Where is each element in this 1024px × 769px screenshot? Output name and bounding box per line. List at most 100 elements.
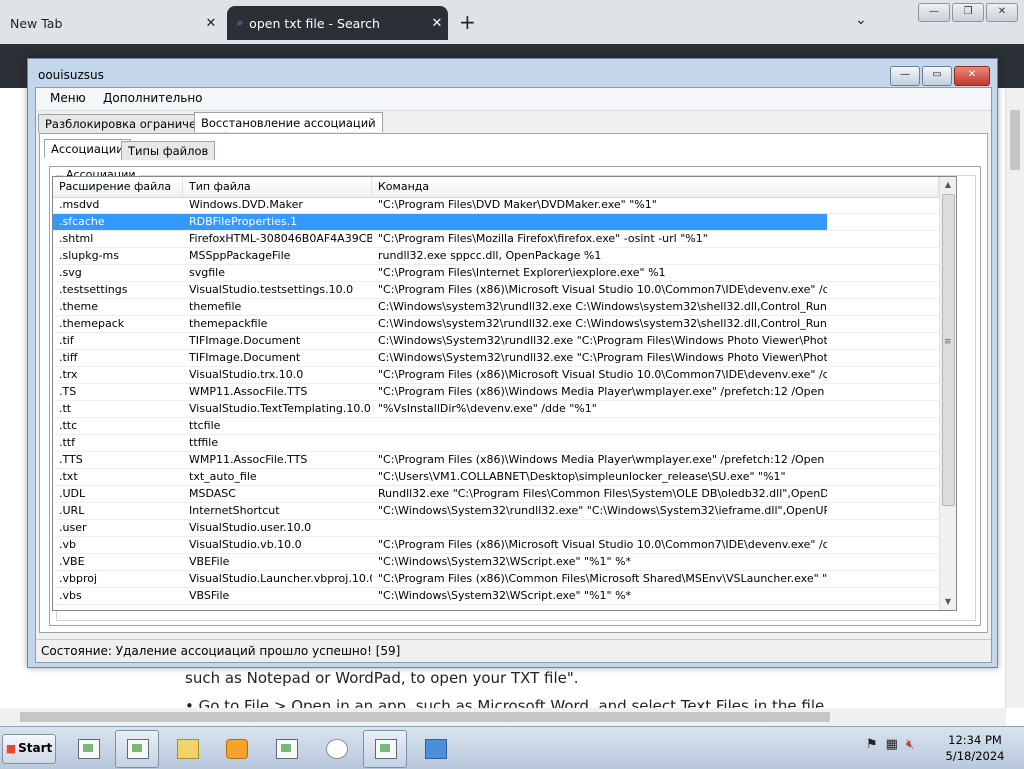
cell-file-type: VBEFile xyxy=(189,555,230,568)
menu-item-extra[interactable]: Дополнительно xyxy=(103,91,203,105)
cell-extension: .VBE xyxy=(59,555,85,568)
cell-file-type: VisualStudio.Launcher.vbproj.10.0 xyxy=(189,572,372,585)
cell-command: "C:\Windows\System32\WScript.exe" "%1" %… xyxy=(378,589,632,602)
chevron-down-icon[interactable]: ⌄ xyxy=(855,12,867,28)
cell-file-type: ttffile xyxy=(189,436,219,449)
table-row[interactable]: .shtml FirefoxHTML-308046B0AF4A39CB "C:\Pr… xyxy=(53,231,939,248)
tab-file-types[interactable]: Типы файлов xyxy=(121,141,216,160)
table-row[interactable]: .user VisualStudio.user.10.0 xyxy=(53,520,939,537)
cell-file-type: VisualStudio.TextTemplating.10.0 xyxy=(189,402,371,415)
close-button[interactable]: ✕ xyxy=(954,66,990,86)
taskbar-app-2[interactable] xyxy=(115,730,159,768)
cell-extension: .vb xyxy=(59,538,76,551)
cell-extension: .slupkg-ms xyxy=(59,249,120,262)
table-row[interactable]: .ttf ttffile xyxy=(53,435,939,452)
menu-item-menu[interactable]: Меню xyxy=(50,91,86,105)
clock-date: 5/18/2024 xyxy=(945,749,1005,763)
close-icon[interactable]: ✕ xyxy=(426,16,448,31)
table-row[interactable]: .vb VisualStudio.vb.10.0 "C:\Program Files… xyxy=(53,537,939,554)
taskbar-explorer[interactable] xyxy=(165,730,209,768)
start-label: Start xyxy=(18,741,53,755)
close-icon[interactable]: ✕ xyxy=(200,16,222,31)
cell-file-type: VisualStudio.vb.10.0 xyxy=(189,538,302,551)
browser-tab-search[interactable]: ⌕ open txt file - Search ✕ xyxy=(227,6,448,40)
taskbar-app-3[interactable] xyxy=(264,730,308,768)
cell-extension: .TTS xyxy=(59,453,83,466)
taskbar-app-1[interactable] xyxy=(66,730,110,768)
table-row[interactable]: .svg svgfile "C:\Program Files\Internet Ex… xyxy=(53,265,939,282)
scrollbar-thumb[interactable] xyxy=(942,194,955,506)
cell-file-type: txt_auto_file xyxy=(189,470,257,483)
cell-file-type: VBSFile xyxy=(189,589,230,602)
associations-listview[interactable]: Расширение файла Тип файла Команда .msdv… xyxy=(52,176,957,611)
clock-icon xyxy=(326,739,348,759)
browser-tab-label: New Tab xyxy=(10,15,63,31)
taskbar-media-player[interactable] xyxy=(214,730,258,768)
app-window-icon xyxy=(375,739,397,759)
restore-button[interactable]: ❐ xyxy=(952,3,984,22)
taskbar-clock-app[interactable] xyxy=(314,730,358,768)
table-row[interactable]: .tt VisualStudio.TextTemplating.10.0 "%VsI… xyxy=(53,401,939,418)
table-row[interactable]: .trx VisualStudio.trx.10.0 "C:\Program Fil… xyxy=(53,367,939,384)
table-row[interactable]: .msdvd Windows.DVD.Maker "C:\Program Files… xyxy=(53,197,939,214)
start-button[interactable]: ■ Start xyxy=(2,734,56,764)
taskbar-network-app[interactable] xyxy=(413,730,457,768)
table-row[interactable]: .ttc ttcfile xyxy=(53,418,939,435)
table-row[interactable]: .VBE VBEFile "C:\Windows\System32\WScript.… xyxy=(53,554,939,571)
network-icon[interactable]: ▦ xyxy=(886,737,898,752)
minimize-button[interactable]: — xyxy=(918,3,950,22)
taskbar-clock[interactable]: 12:34 PM 5/18/2024 xyxy=(944,732,1006,764)
cell-command: "C:\Users\VM1.COLLABNET\Desktop\simpleun… xyxy=(378,470,786,483)
cell-file-type: TIFImage.Document xyxy=(189,351,301,364)
app-window-icon xyxy=(276,739,298,759)
cell-file-type: WMP11.AssocFile.TTS xyxy=(189,385,308,398)
scroll-down-arrow-icon[interactable]: ▼ xyxy=(940,594,956,610)
page-horizontal-scrollbar[interactable] xyxy=(0,708,1006,726)
cell-file-type: svgfile xyxy=(189,266,225,279)
taskbar-app-4[interactable] xyxy=(363,730,407,768)
table-row[interactable]: .TTS WMP11.AssocFile.TTS "C:\Program Files… xyxy=(53,452,939,469)
scrollbar-thumb[interactable] xyxy=(20,712,830,722)
list-vertical-scrollbar[interactable]: ▲ ≡ ▼ xyxy=(939,177,956,610)
status-text: Состояние: Удаление ассоциаций прошло ус… xyxy=(41,644,401,658)
browser-tab-new-tab[interactable]: New Tab ✕ xyxy=(0,6,222,40)
page-vertical-scrollbar[interactable] xyxy=(1005,88,1024,708)
tab-associations[interactable]: Ассоциации xyxy=(44,139,131,158)
cell-command: C:\Windows\System32\rundll32.exe "C:\Pro… xyxy=(378,334,827,347)
table-row[interactable]: .UDL MSDASC Rundll32.exe "C:\Program Files… xyxy=(53,486,939,503)
cell-extension: .shtml xyxy=(59,232,94,245)
browser-tabbar: New Tab ✕ ⌕ open txt file - Search ✕ + ⌄… xyxy=(0,0,1024,44)
cell-extension: .vbs xyxy=(59,589,82,602)
table-row[interactable]: .testsettings VisualStudio.testsettings.1… xyxy=(53,282,939,299)
cell-extension: .svg xyxy=(59,266,82,279)
flag-icon[interactable]: ⚑ xyxy=(866,737,878,752)
maximize-button[interactable]: ▭ xyxy=(922,66,952,86)
volume-muted-icon[interactable]: 🔇︎ xyxy=(906,737,914,752)
cell-file-type: FirefoxHTML-308046B0AF4A39CB xyxy=(189,232,372,245)
table-row[interactable]: .txt txt_auto_file "C:\Users\VM1.COLLABNET… xyxy=(53,469,939,486)
media-player-icon xyxy=(226,739,248,759)
table-row[interactable]: .vbs VBSFile "C:\Windows\System32\WScript.… xyxy=(53,588,939,605)
table-row[interactable]: .sfcache RDBFileProperties.1 xyxy=(53,214,939,231)
column-header-command[interactable]: Команда xyxy=(372,177,939,197)
cell-command: "C:\Program Files\Internet Explorer\iexp… xyxy=(378,266,666,279)
new-tab-button[interactable]: + xyxy=(459,10,476,34)
window-title: oouisuzsus xyxy=(38,68,104,82)
table-row[interactable]: .themepack themepackfile C:\Windows\system… xyxy=(53,316,939,333)
scroll-up-arrow-icon[interactable]: ▲ xyxy=(940,177,956,193)
cell-extension: .ttf xyxy=(59,436,75,449)
column-header-extension[interactable]: Расширение файла xyxy=(53,177,183,197)
table-row[interactable]: .vbproj VisualStudio.Launcher.vbproj.10.0… xyxy=(53,571,939,588)
tab-restore-associations[interactable]: Восстановление ассоциаций xyxy=(194,112,383,132)
table-row[interactable]: .tif TIFImage.Document C:\Windows\System32… xyxy=(53,333,939,350)
scrollbar-thumb[interactable] xyxy=(1010,110,1020,170)
minimize-button[interactable]: — xyxy=(890,66,920,86)
cell-extension: .msdvd xyxy=(59,198,100,211)
table-row[interactable]: .TS WMP11.AssocFile.TTS "C:\Program Files … xyxy=(53,384,939,401)
table-row[interactable]: .theme themefile C:\Windows\system32\rundl… xyxy=(53,299,939,316)
close-button[interactable]: ✕ xyxy=(986,3,1018,22)
table-row[interactable]: .URL InternetShortcut "C:\Windows\System32… xyxy=(53,503,939,520)
table-row[interactable]: .tiff TIFImage.Document C:\Windows\System3… xyxy=(53,350,939,367)
column-header-file-type[interactable]: Тип файла xyxy=(183,177,372,197)
table-row[interactable]: .slupkg-ms MSSppPackageFile rundll32.exe s… xyxy=(53,248,939,265)
